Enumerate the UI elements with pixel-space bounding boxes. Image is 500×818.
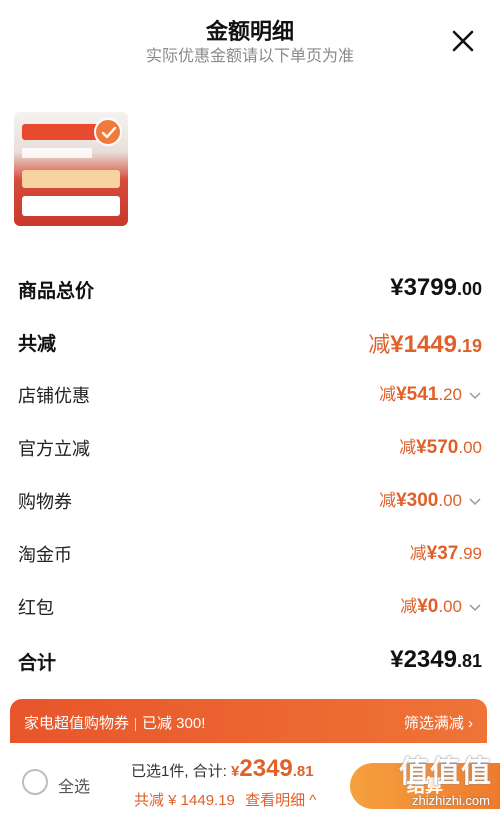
checkout-footer: 全选 已选1件, 合计: ¥2349.81 共减 ¥ 1449.19 查看明细 … <box>0 743 500 818</box>
shopping-voucher-value: 减¥300.00 <box>379 486 482 512</box>
row-official-reduce: 官方立减 减¥570.00 <box>18 427 482 467</box>
subtotal-value: ¥2349.81 <box>390 646 482 673</box>
page-subtitle: 实际优惠金额请以下单页为准 <box>145 48 354 65</box>
row-shopping-voucher[interactable]: 购物券 减¥300.00 <box>18 480 482 520</box>
footer-total-amount: ¥2349.81 <box>231 755 314 782</box>
row-taojinbi: 淘金币 减¥37.99 <box>18 533 482 573</box>
chevron-down-icon <box>469 392 481 399</box>
selected-count: 已选1件, <box>131 763 189 780</box>
close-icon[interactable] <box>448 26 478 56</box>
total-price-value: ¥3799.00 <box>390 274 482 301</box>
select-all-radio[interactable] <box>22 769 48 795</box>
row-label: 官方立减 <box>18 439 90 459</box>
row-label: 商品总价 <box>18 281 95 302</box>
promo-divider <box>135 717 137 731</box>
footer-total-label: 合计: <box>192 763 227 780</box>
voucher-promo-bar[interactable]: 家电超值购物券 已减 300! 筛选满减 › <box>10 699 487 743</box>
product-thumbnail[interactable] <box>14 112 128 226</box>
row-label: 淘金币 <box>18 545 72 565</box>
thumb-line <box>22 148 92 158</box>
row-label: 店铺优惠 <box>18 386 90 406</box>
thumb-price-band <box>22 170 120 188</box>
chevron-down-icon <box>469 498 481 505</box>
footer-summary: 已选1件, 合计: ¥2349.81 <box>131 755 314 783</box>
row-label: 购物券 <box>18 492 72 512</box>
row-total-price: 商品总价 ¥3799.00 <box>18 268 482 308</box>
red-packet-value: 减¥0.00 <box>400 592 482 618</box>
selected-check-icon[interactable] <box>94 118 122 146</box>
footer-reduce-text: 共减 ¥ 1449.19 <box>134 792 235 809</box>
total-reduce-value: 减¥1449.19 <box>368 331 482 358</box>
row-total-reduce: 共减 减¥1449.19 <box>18 321 482 361</box>
row-label: 共减 <box>18 334 57 355</box>
row-label: 合计 <box>18 653 57 674</box>
select-all-label[interactable]: 全选 <box>58 773 90 797</box>
row-shop-discount[interactable]: 店铺优惠 减¥541.20 <box>18 374 482 414</box>
filter-full-reduction-link[interactable]: 筛选满减 › <box>404 712 473 733</box>
row-subtotal: 合计 ¥2349.81 <box>18 640 482 680</box>
row-red-packet[interactable]: 红包 减¥0.00 <box>18 586 482 626</box>
chevron-down-icon <box>469 604 481 611</box>
shop-discount-value: 减¥541.20 <box>379 380 482 406</box>
official-reduce-value: 减¥570.00 <box>399 437 482 458</box>
footer-reduce-row[interactable]: 共减 ¥ 1449.19 查看明细 ^ <box>134 789 316 810</box>
thumb-bottom-band <box>22 196 120 216</box>
promo-text: 家电超值购物券 已减 300! <box>24 715 206 732</box>
view-details-link[interactable]: 查看明细 ^ <box>245 792 316 809</box>
watermark-logo: 值值值 <box>399 756 492 789</box>
row-label: 红包 <box>18 598 54 618</box>
taojinbi-value: 减¥37.99 <box>409 543 482 564</box>
watermark-url: zhizhizhi.com <box>411 793 490 808</box>
sheet-header: 金额明细 实际优惠金额请以下单页为准 <box>0 0 500 80</box>
